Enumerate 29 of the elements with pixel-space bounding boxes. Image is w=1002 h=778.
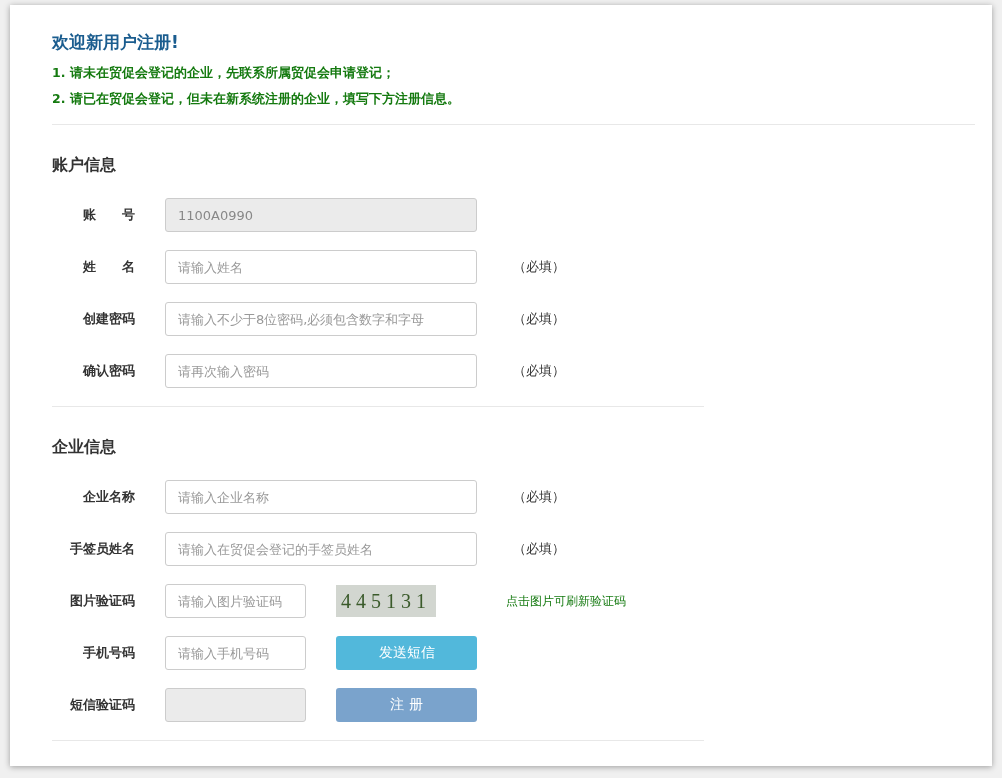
instruction-text: 2. 请已在贸促会登记，但未在新系统注册的企业，填写下方注册信息。 <box>52 90 461 108</box>
captcha-hint: 点击图片可刷新验证码 <box>506 593 626 609</box>
field-label: 账 号 <box>82 206 135 224</box>
section-title: 企业信息 <box>52 437 117 458</box>
field-label: 手机号码 <box>82 644 135 662</box>
field-label: 手签员姓名 <box>69 540 135 558</box>
field-label: 短信验证码 <box>69 696 135 714</box>
input-field[interactable]: 请输入图片验证码 <box>165 584 306 618</box>
input-field[interactable]: 请输入企业名称 <box>165 480 477 514</box>
field-label: 企业名称 <box>82 488 135 506</box>
instruction-text: 1. 请未在贸促会登记的企业，先联系所属贸促会申请登记； <box>52 64 396 82</box>
required-note: （必填） <box>513 310 565 328</box>
required-note: （必填） <box>513 362 565 380</box>
field-label: 姓 名 <box>82 258 135 276</box>
input-field[interactable]: 请输入姓名 <box>165 250 477 284</box>
captcha-image[interactable]: 445131 <box>336 585 436 617</box>
section-title: 账户信息 <box>52 155 117 176</box>
input-field[interactable]: 请输入不少于8位密码,必须包含数字和字母 <box>165 302 477 336</box>
required-note: （必填） <box>513 258 565 276</box>
field-label: 创建密码 <box>82 310 135 328</box>
input-field[interactable]: 请输入在贸促会登记的手签员姓名 <box>165 532 477 566</box>
field-label: 图片验证码 <box>69 592 135 610</box>
send-sms-button[interactable]: 发送短信 <box>336 636 477 670</box>
field-label: 确认密码 <box>81 362 135 380</box>
welcome-title: 欢迎新用户注册! <box>52 31 180 54</box>
required-note: （必填） <box>513 540 565 558</box>
required-note: （必填） <box>513 488 565 506</box>
input-field[interactable]: 请输入手机号码 <box>165 636 306 670</box>
input-field[interactable]: 请再次输入密码 <box>165 354 477 388</box>
